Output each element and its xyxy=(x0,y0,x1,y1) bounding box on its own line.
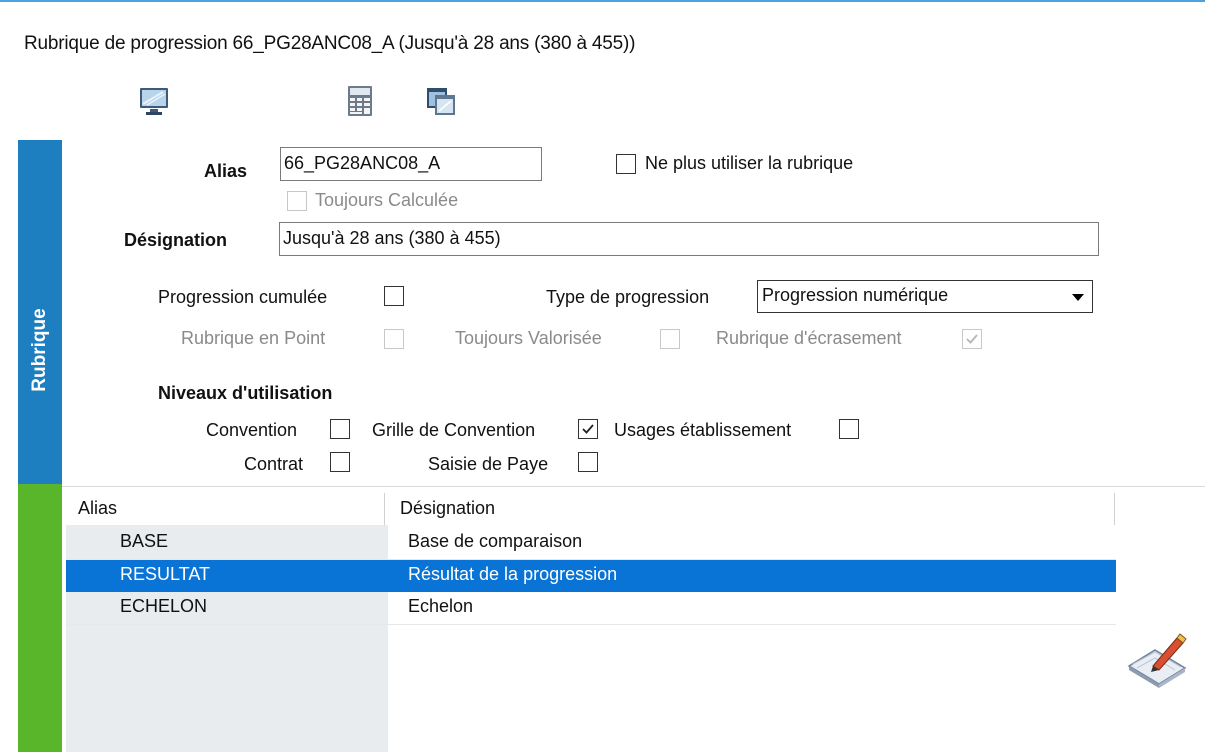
rubrique-section-band: Rubrique xyxy=(18,140,62,484)
contrat-label: Contrat xyxy=(244,454,304,474)
toujours-calculee-checkbox xyxy=(287,191,307,211)
usages-etablissement-label: Usages établissement xyxy=(614,420,792,440)
row-designation: Résultat de la progression xyxy=(408,564,618,584)
designation-label: Désignation xyxy=(124,230,228,250)
column-header-designation[interactable]: Désignation xyxy=(400,493,495,525)
chevron-down-icon[interactable] xyxy=(1072,294,1084,301)
progression-cumulee-label: Progression cumulée xyxy=(158,287,328,307)
column-separator[interactable] xyxy=(384,493,385,525)
rubrique-ecrasement-label: Rubrique d'écrasement xyxy=(716,328,902,348)
row-designation: Base de comparaison xyxy=(408,531,583,551)
table-row-selected[interactable]: RESULTAT Résultat de la progression xyxy=(66,560,1116,592)
section-divider xyxy=(62,486,1205,487)
convention-checkbox[interactable] xyxy=(330,419,350,439)
checkmark-icon xyxy=(582,424,594,434)
monitor-icon[interactable] xyxy=(137,84,171,118)
variables-table: Alias Désignation BASE Base de comparais… xyxy=(66,493,1116,752)
ne-plus-utiliser-checkbox[interactable] xyxy=(616,154,636,174)
row-divider xyxy=(66,624,1116,625)
grille-convention-checkbox[interactable] xyxy=(578,419,598,439)
rubrique-en-point-label: Rubrique en Point xyxy=(181,328,326,348)
checkmark-icon xyxy=(966,334,978,344)
saisie-de-paye-label: Saisie de Paye xyxy=(428,454,549,474)
section-label: Rubrique xyxy=(29,308,50,392)
niveaux-heading: Niveaux d'utilisation xyxy=(158,383,333,403)
column-header-alias[interactable]: Alias xyxy=(78,493,117,525)
row-designation: Echelon xyxy=(408,596,474,616)
rubrique-ecrasement-checkbox xyxy=(962,329,982,349)
edit-document-icon[interactable] xyxy=(1125,630,1189,688)
page-title: Rubrique de progression 66_PG28ANC08_A (… xyxy=(24,33,636,54)
table-row[interactable]: BASE Base de comparaison xyxy=(66,527,1116,559)
rubrique-en-point-checkbox xyxy=(384,329,404,349)
top-accent-line xyxy=(0,0,1205,2)
calculator-icon[interactable] xyxy=(343,84,377,118)
grille-convention-label: Grille de Convention xyxy=(372,420,536,440)
alias-label: Alias xyxy=(204,161,248,181)
table-row[interactable]: ECHELON Echelon xyxy=(66,592,1116,624)
convention-label: Convention xyxy=(206,420,298,440)
row-alias: BASE xyxy=(120,531,169,551)
type-progression-label: Type de progression xyxy=(546,287,710,307)
progression-cumulee-checkbox[interactable] xyxy=(384,286,404,306)
column-separator[interactable] xyxy=(1114,493,1115,525)
contrat-checkbox[interactable] xyxy=(330,452,350,472)
usages-etablissement-checkbox[interactable] xyxy=(839,419,859,439)
type-progression-value: Progression numérique xyxy=(762,285,949,305)
window-copy-icon[interactable] xyxy=(424,84,458,118)
toujours-calculee-label: Toujours Calculée xyxy=(315,190,459,210)
ne-plus-utiliser-label: Ne plus utiliser la rubrique xyxy=(645,153,854,173)
alias-field[interactable]: 66_PG28ANC08_A xyxy=(280,147,542,181)
toujours-valorisee-checkbox xyxy=(660,329,680,349)
saisie-de-paye-checkbox[interactable] xyxy=(578,452,598,472)
type-progression-select[interactable]: Progression numérique xyxy=(757,280,1093,313)
variables-section-band xyxy=(18,484,62,752)
row-alias: RESULTAT xyxy=(120,564,211,584)
row-alias: ECHELON xyxy=(120,596,208,616)
designation-field[interactable]: Jusqu'à 28 ans (380 à 455) xyxy=(279,222,1099,256)
toujours-valorisee-label: Toujours Valorisée xyxy=(455,328,602,348)
